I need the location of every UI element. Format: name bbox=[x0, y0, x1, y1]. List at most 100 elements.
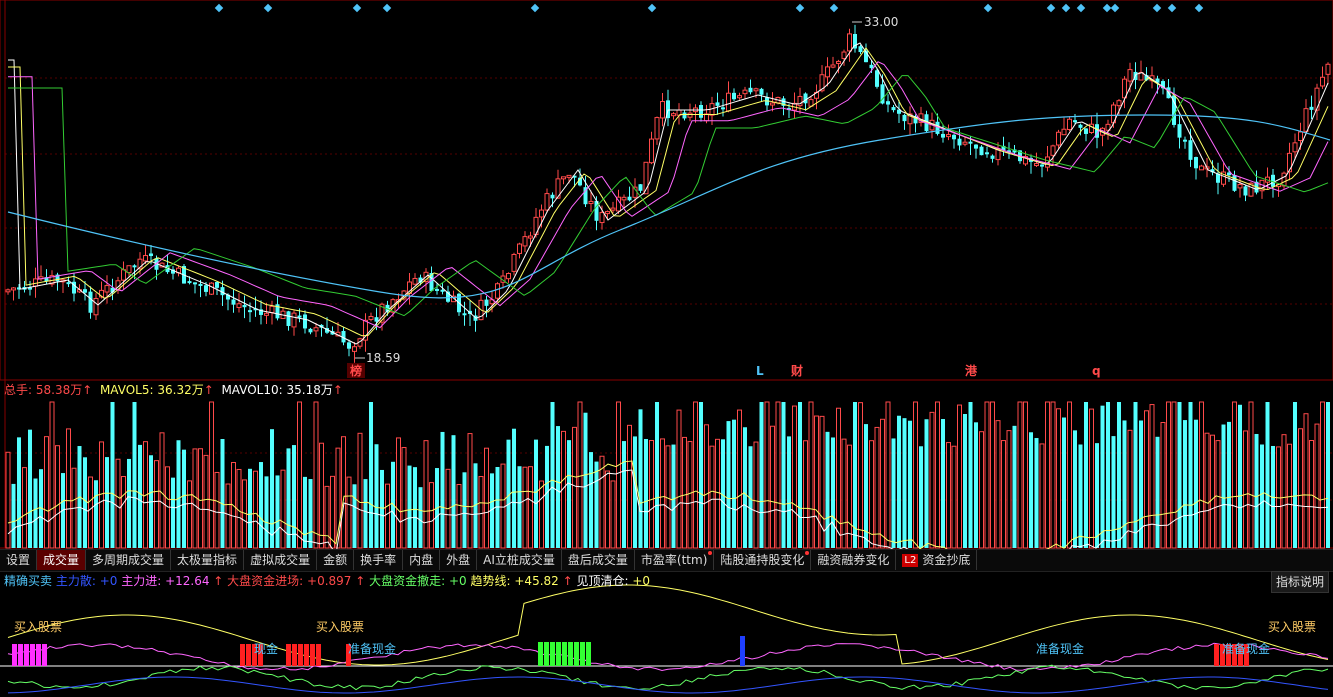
volume-bar-up bbox=[341, 436, 346, 549]
candle-down bbox=[1183, 139, 1187, 142]
volume-bar-down bbox=[891, 438, 896, 548]
volume-bar-down bbox=[726, 421, 731, 548]
indicator-label-6: 买入股票 bbox=[1268, 620, 1316, 634]
tab-6[interactable]: 换手率 bbox=[354, 550, 404, 570]
tab-l2-capital-bottom[interactable]: L2 资金抄底 bbox=[896, 550, 978, 570]
candle-up bbox=[742, 89, 748, 95]
volume-bar-up bbox=[1166, 401, 1171, 549]
candle-up bbox=[291, 312, 297, 328]
volume-bar-up bbox=[484, 447, 489, 549]
tab-2[interactable]: 多周期成交量 bbox=[86, 550, 172, 570]
candle-up bbox=[737, 95, 742, 99]
volume-bar-up bbox=[1204, 432, 1210, 549]
volume-bar-up bbox=[1281, 434, 1287, 549]
indicator-label-4: 准备现金 bbox=[1036, 641, 1084, 656]
volume-bar-up bbox=[187, 480, 192, 549]
volume-bar-down bbox=[1254, 433, 1259, 548]
event-marker-1: L bbox=[756, 364, 764, 378]
volume-bar-down bbox=[589, 452, 593, 548]
tab-9[interactable]: AI立桩成交量 bbox=[477, 550, 562, 570]
volume-bar-up bbox=[423, 440, 429, 549]
volume-bar-down bbox=[1183, 420, 1187, 548]
event-diamond-icon bbox=[263, 3, 273, 13]
tab-10[interactable]: 盘后成交量 bbox=[562, 550, 635, 570]
volume-bar-down bbox=[132, 402, 137, 548]
volume-bar-up bbox=[808, 401, 814, 549]
candle-down bbox=[374, 317, 379, 322]
indicator-help-button[interactable]: 指标说明 bbox=[1270, 571, 1329, 593]
volume-bar-up bbox=[1067, 401, 1072, 549]
tab-3[interactable]: 太极量指标 bbox=[171, 550, 245, 570]
volume-bar-up bbox=[616, 401, 621, 549]
volume-bar-down bbox=[1100, 405, 1105, 548]
volume-bar-up bbox=[159, 432, 165, 549]
volume-bar-down bbox=[787, 436, 791, 548]
tab-8[interactable]: 外盘 bbox=[440, 550, 478, 570]
volume-bar-up bbox=[44, 436, 49, 549]
volume-bar-up bbox=[610, 480, 616, 549]
volume-bar-up bbox=[1314, 423, 1320, 549]
volume-bar-up bbox=[456, 484, 462, 549]
volume-bar-down bbox=[374, 444, 379, 548]
event-diamond-icon bbox=[1194, 3, 1204, 13]
tab-4[interactable]: 虚拟成交量 bbox=[244, 550, 318, 570]
tab-1[interactable]: 成交量 bbox=[37, 550, 87, 570]
volume-bar-down bbox=[1111, 436, 1116, 548]
candle-up bbox=[264, 312, 269, 316]
volume-bar-up bbox=[814, 415, 819, 549]
candle-down bbox=[759, 88, 764, 95]
volume-bar-up bbox=[330, 475, 335, 549]
volume-bar-down bbox=[259, 462, 263, 548]
volume-bar-up bbox=[990, 401, 995, 549]
tab-13[interactable]: 融资融券变化 bbox=[811, 550, 897, 570]
inflow-bar bbox=[298, 644, 303, 666]
candle-up bbox=[517, 243, 522, 254]
tab-7[interactable]: 内盘 bbox=[403, 550, 441, 570]
candle-up bbox=[566, 174, 572, 178]
candle-up bbox=[1320, 76, 1325, 87]
candle-down bbox=[308, 328, 313, 333]
volume-bar-up bbox=[836, 407, 841, 549]
candle-up bbox=[1325, 63, 1331, 75]
volume-bar-down bbox=[451, 435, 456, 548]
volume-bar-down bbox=[644, 439, 648, 548]
indicator-legend-item: 精确买卖 bbox=[4, 574, 56, 588]
volume-bar-up bbox=[1232, 401, 1237, 549]
volume-bar-up bbox=[605, 470, 610, 549]
volume-bar-down bbox=[556, 426, 560, 548]
indicator-legend-item: +0 bbox=[632, 574, 651, 588]
indicator-label-3: 准备现金 bbox=[348, 641, 396, 656]
l2-tab-label: 资金抄底 bbox=[922, 553, 971, 567]
volume-bar-up bbox=[770, 425, 775, 549]
candle-up bbox=[1314, 87, 1320, 111]
candle-up bbox=[962, 141, 968, 145]
candle-down bbox=[66, 282, 71, 285]
tab-5[interactable]: 金额 bbox=[317, 550, 355, 570]
volume-bar-down bbox=[699, 402, 703, 548]
volume-bar-up bbox=[1089, 408, 1094, 549]
candle-up bbox=[352, 346, 357, 352]
indicator-label-2: 买入股票 bbox=[316, 620, 364, 634]
volume-bar-up bbox=[1056, 408, 1061, 549]
volume-bar-down bbox=[138, 444, 142, 548]
candle-down bbox=[231, 299, 236, 305]
volume-bar-down bbox=[743, 427, 747, 548]
candle-up bbox=[561, 176, 566, 180]
candle-down bbox=[1188, 140, 1193, 160]
tab-11[interactable]: 市盈率(ttm) bbox=[635, 550, 715, 570]
tab-0[interactable]: 设置 bbox=[0, 550, 38, 570]
stock-chart-canvas[interactable]: 33.00 18.59 榜 L 财 港 q 买入股票现金 买入股票准备现金 准备现金 准备现金 买入股… bbox=[0, 0, 1333, 697]
event-diamond-icon bbox=[214, 3, 224, 13]
volume-bar-up bbox=[55, 445, 60, 549]
volume-bar-up bbox=[704, 424, 709, 549]
event-marker-3: 港 bbox=[965, 363, 978, 378]
candle-up bbox=[847, 33, 852, 52]
volume-bar-up bbox=[1006, 430, 1012, 549]
candle-down bbox=[215, 281, 219, 288]
inflow-bar bbox=[316, 644, 321, 666]
candle-up bbox=[1127, 69, 1133, 82]
volume-bar-down bbox=[908, 420, 912, 548]
volume-bar-up bbox=[627, 424, 632, 549]
tab-12[interactable]: 陆股通持股变化 bbox=[714, 550, 812, 570]
event-diamond-icon bbox=[1061, 3, 1071, 13]
